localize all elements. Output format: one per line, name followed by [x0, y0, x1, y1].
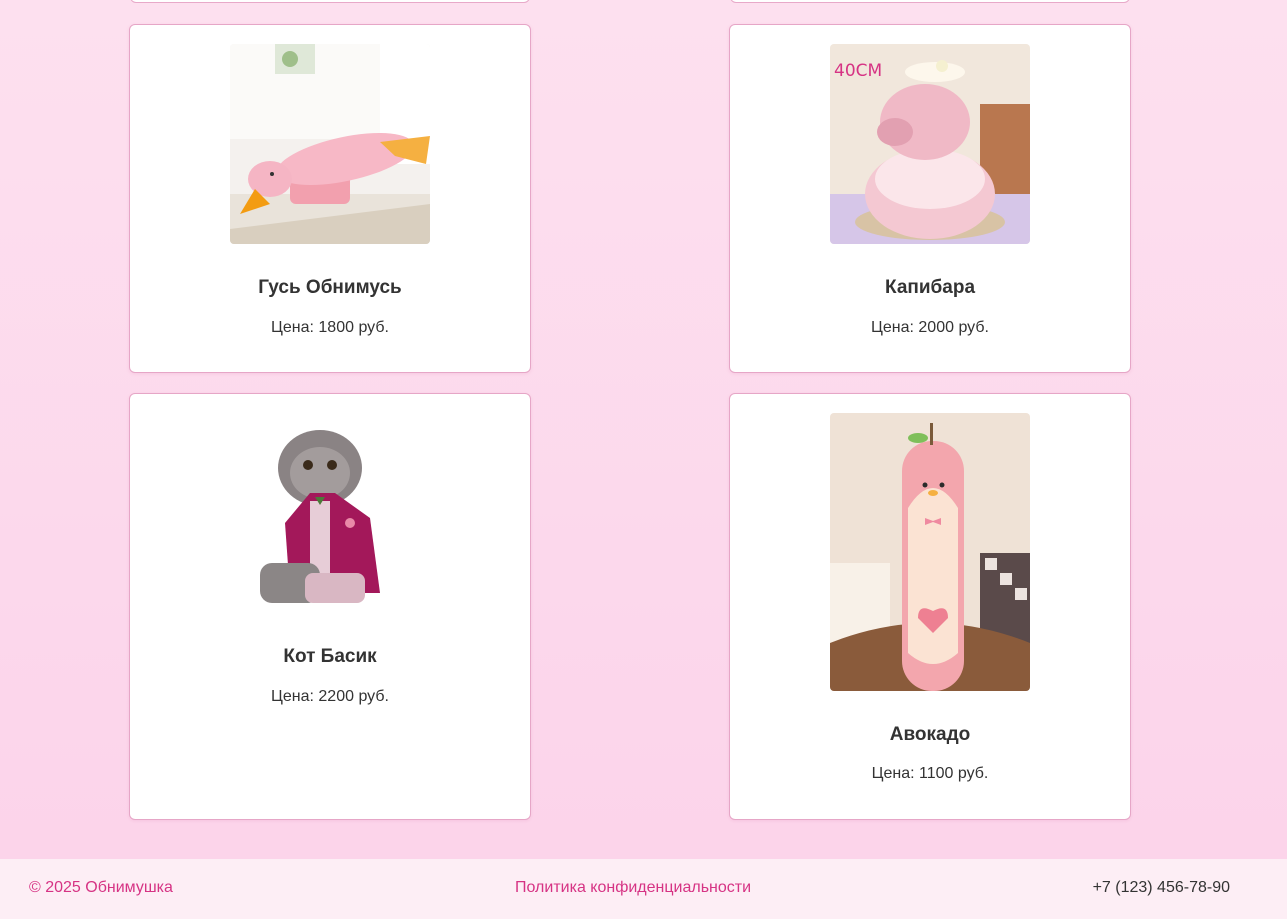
product-name: Капибара — [884, 277, 976, 298]
product-card[interactable]: Авокадо Цена: 1100 руб. — [729, 393, 1131, 820]
product-name: Авокадо — [889, 724, 971, 745]
product-image[interactable] — [230, 44, 430, 244]
product-price: Цена: 1100 руб. — [871, 765, 989, 782]
product-price: Цена: 1800 руб. — [271, 319, 389, 336]
contact-phone: +7 (123) 456-78-90 — [1092, 879, 1230, 896]
product-card-partial — [130, 0, 530, 3]
product-image[interactable] — [230, 413, 430, 613]
privacy-policy-link[interactable]: Политика конфиденциальности — [515, 879, 751, 897]
product-name: Кот Басик — [283, 646, 377, 667]
product-card[interactable]: Кот Басик Цена: 2200 руб. — [129, 393, 531, 820]
product-image[interactable]: 40CM — [830, 44, 1030, 244]
image-size-label: 40CM — [834, 61, 883, 81]
product-name: Гусь Обнимусь — [258, 277, 402, 298]
footer: © 2025 Обнимушка Политика конфиденциальн… — [0, 859, 1287, 919]
product-card-partial — [730, 0, 1130, 3]
product-card[interactable]: Гусь Обнимусь Цена: 1800 руб. — [129, 24, 531, 373]
product-card[interactable]: 40CM Капибара Цена: 2000 руб. — [729, 24, 1131, 373]
product-image[interactable] — [830, 413, 1030, 691]
copyright-text: © 2025 Обнимушка — [29, 879, 173, 896]
product-price: Цена: 2200 руб. — [271, 688, 389, 705]
product-price: Цена: 2000 руб. — [871, 319, 989, 336]
